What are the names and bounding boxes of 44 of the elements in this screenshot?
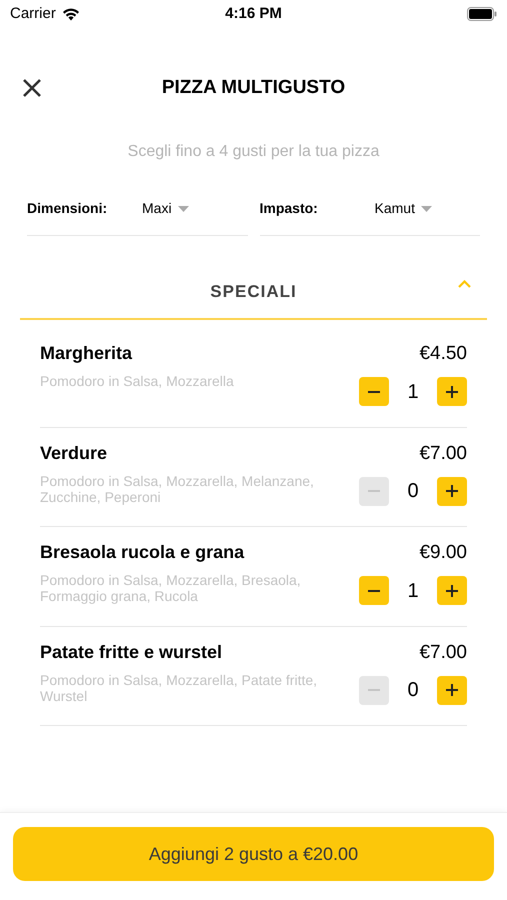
minus-icon xyxy=(368,590,380,592)
carrier-text: Carrier xyxy=(10,4,56,24)
plus-icon xyxy=(446,684,458,696)
battery-icon xyxy=(467,7,497,21)
option-dropdown[interactable]: Dimensioni: Maxi xyxy=(27,194,248,236)
option-dropdown[interactable]: Impasto: Kamut xyxy=(260,194,480,236)
caret-icon xyxy=(178,206,189,212)
price-text: €7.00 xyxy=(419,640,467,664)
ingredients-text: Pomodoro in Salsa, Mozzarella, Bresaola, Formaggio grana, Rucola xyxy=(40,572,302,604)
minus-icon xyxy=(368,490,380,492)
pizza-name: Verdure xyxy=(40,442,108,464)
wifi-icon xyxy=(62,8,80,20)
quantity-text: 0 xyxy=(406,479,420,504)
minus-icon xyxy=(368,390,380,392)
plus-button[interactable] xyxy=(437,377,467,406)
plus-icon xyxy=(446,584,458,596)
time-text: 4:16 PM xyxy=(225,4,282,24)
subtitle-text: Scegli fino a 4 gusti per la tua pizza xyxy=(126,142,380,162)
quantity-text: 0 xyxy=(406,678,420,703)
price-text: €9.00 xyxy=(419,541,467,565)
add-to-cart-button[interactable]: Aggiungi 2 gusto a €20.00 xyxy=(13,827,494,881)
minus-icon xyxy=(368,689,380,691)
quantity-text: 1 xyxy=(406,578,420,604)
ingredients-text: Pomodoro in Salsa, Mozzarella, Melanzane, Zucchine, Peperoni xyxy=(40,472,315,504)
plus-button[interactable] xyxy=(437,676,467,704)
chevron-icon xyxy=(458,280,471,288)
plus-icon xyxy=(446,386,458,398)
minus-button[interactable] xyxy=(359,576,389,605)
pizza-name: Patate fritte e wurstel xyxy=(40,640,224,664)
price-text: €4.50 xyxy=(419,342,467,366)
minus-button[interactable] xyxy=(359,377,389,406)
quantity-text: 1 xyxy=(406,380,420,404)
ingredients-text: Pomodoro in Salsa, Mozzarella, Patate fritte, Wurstel xyxy=(40,672,318,704)
pizza-name: Bresaola rucola e grana xyxy=(40,541,246,564)
plus-icon xyxy=(446,485,458,497)
page-title: PIZZA MULTIGUSTO xyxy=(162,76,346,100)
pizza-name: Margherita xyxy=(40,342,134,365)
section-header[interactable]: SPECIALI xyxy=(20,266,487,320)
plus-button[interactable] xyxy=(437,476,467,506)
ingredients-text: Pomodoro in Salsa, Mozzarella xyxy=(40,373,235,389)
close-icon xyxy=(22,78,42,98)
price-text: €7.00 xyxy=(419,442,467,466)
caret-icon xyxy=(420,206,432,212)
plus-button[interactable] xyxy=(437,576,467,605)
